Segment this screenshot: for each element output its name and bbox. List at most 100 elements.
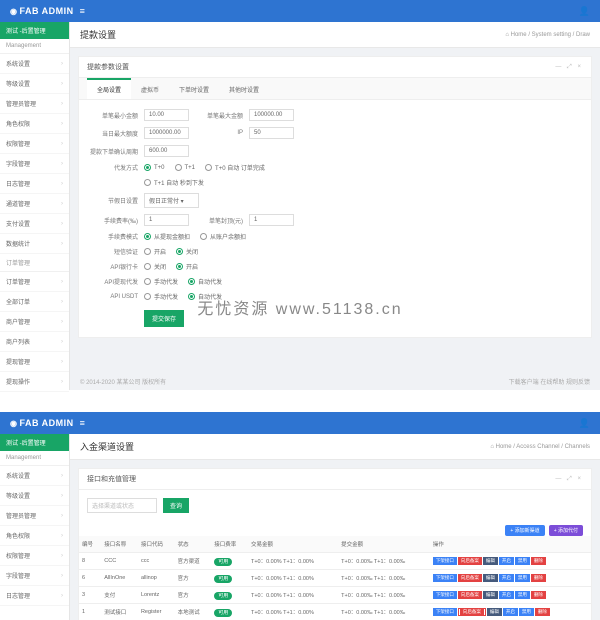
sidebar-item[interactable]: 订单管理› bbox=[0, 272, 69, 292]
sidebar-item[interactable]: 管理员管理› bbox=[0, 506, 69, 526]
tab-crypto[interactable]: 虚拟币 bbox=[131, 78, 169, 99]
breadcrumb: ⌂ Home / Access Channel / Channels bbox=[490, 444, 590, 450]
sidebar-item[interactable]: 提现操作› bbox=[0, 372, 69, 392]
min-amount-input[interactable]: 10.00 bbox=[144, 109, 189, 121]
add-payout-button[interactable]: + 添加代付 bbox=[549, 525, 583, 536]
main-content: 提款设置 ⌂ Home / System setting / Draw 提款参数… bbox=[70, 22, 600, 390]
page-title: 提款设置 bbox=[80, 28, 116, 41]
table-row: 6AllInOneallinop官方可用T+0：0.00% T+1：0.00%T… bbox=[79, 570, 591, 587]
sidebar-item[interactable]: 提现管理› bbox=[0, 352, 69, 372]
fee-input[interactable]: 1 bbox=[144, 214, 189, 226]
search-button[interactable]: 查询 bbox=[163, 498, 189, 513]
settings-panel: 提款参数设置— ⤢ × 全局设置 虚拟币 下单时设置 其他时设置 单笔最小金额1… bbox=[78, 56, 592, 338]
radio-bank-open[interactable]: 开启 bbox=[176, 262, 198, 271]
row-ops[interactable]: 下架接口向后备案编辑开启禁用删除 bbox=[433, 591, 588, 599]
sidebar-item[interactable]: 角色权限› bbox=[0, 526, 69, 546]
radio-api-manual[interactable]: 手动代发 bbox=[144, 277, 178, 286]
sidebar: 测试 -后置管理 Management 系统设置› 等级设置› 管理员管理› 角… bbox=[0, 22, 70, 390]
sidebar-item[interactable]: 通道管理› bbox=[0, 194, 69, 214]
page-title: 入金渠道设置 bbox=[80, 440, 134, 453]
th-ops[interactable]: 操作 bbox=[430, 536, 591, 553]
user-icon[interactable]: 👤 bbox=[579, 418, 590, 429]
label: IP bbox=[204, 130, 249, 136]
menu-toggle-icon[interactable]: ≡ bbox=[80, 418, 85, 428]
radio-usdt-manual[interactable]: 手动代发 bbox=[144, 292, 178, 301]
th-sub[interactable]: 提交金额 bbox=[338, 536, 430, 553]
label: 代发方式 bbox=[89, 163, 144, 172]
row-ops[interactable]: 下架接口向后备案编辑开启禁用删除 bbox=[433, 574, 588, 582]
th-id[interactable]: 编号 bbox=[79, 536, 101, 553]
sidebar-group-label: Management bbox=[0, 451, 69, 466]
tab-global[interactable]: 全局设置 bbox=[87, 78, 131, 99]
sidebar-item[interactable]: 日志管理› bbox=[0, 174, 69, 194]
label: 单笔最大金额 bbox=[204, 111, 249, 120]
radio-t0[interactable]: T+0 bbox=[144, 164, 165, 171]
daily-max-input[interactable]: 1000000.00 bbox=[144, 127, 189, 139]
radio-bank-close[interactable]: 关闭 bbox=[144, 262, 166, 271]
radio-sms-on[interactable]: 开启 bbox=[144, 247, 166, 256]
label: 节假日设置 bbox=[89, 196, 144, 205]
sidebar-item[interactable]: 全部订单› bbox=[0, 292, 69, 312]
menu-toggle-icon[interactable]: ≡ bbox=[80, 6, 85, 16]
th-code[interactable]: 接口代码 bbox=[138, 536, 175, 553]
panel-title: 接口和充值管理 bbox=[87, 474, 136, 484]
status-badge: 可用 bbox=[214, 575, 232, 583]
label: 单笔最小金额 bbox=[89, 111, 144, 120]
tab-bar: 全局设置 虚拟币 下单时设置 其他时设置 bbox=[79, 78, 591, 100]
sidebar-item[interactable]: 系统设置› bbox=[0, 466, 69, 486]
radio-api-auto[interactable]: 自动代发 bbox=[188, 277, 222, 286]
submit-button[interactable]: 提交保存 bbox=[144, 310, 184, 327]
sidebar-item[interactable]: 权限管理› bbox=[0, 134, 69, 154]
tab-other[interactable]: 其他时设置 bbox=[219, 78, 269, 99]
radio-t1b[interactable]: T+1 自动 秒到下发 bbox=[144, 178, 204, 187]
holiday-select[interactable]: 假日正常付 ▾ bbox=[144, 193, 199, 208]
channel-panel: 接口和充值管理 — ⤢ × 选择渠道或状态 查询 + 添加新渠道 + 添加代付 编… bbox=[78, 468, 592, 620]
main-content: 入金渠道设置 ⌂ Home / Access Channel / Channel… bbox=[70, 434, 600, 620]
search-input[interactable]: 选择渠道或状态 bbox=[87, 498, 157, 513]
radio-sms-off[interactable]: 关闭 bbox=[176, 247, 198, 256]
radio-usdt-auto[interactable]: 自动代发 bbox=[188, 292, 222, 301]
sidebar-item[interactable]: 字段管理› bbox=[0, 154, 69, 174]
add-channel-button[interactable]: + 添加新渠道 bbox=[505, 525, 544, 536]
sidebar-item[interactable]: 角色权限› bbox=[0, 114, 69, 134]
radio-auto[interactable]: T+0 自动 订单完成 bbox=[205, 163, 265, 172]
hours-input[interactable]: 600.00 bbox=[144, 145, 189, 157]
sidebar-item[interactable]: 商户管理› bbox=[0, 312, 69, 332]
page-header: 入金渠道设置 ⌂ Home / Access Channel / Channel… bbox=[70, 434, 600, 460]
table-row: 1测试接口Register本地测试可用T+0：0.00% T+1：0.00%T+… bbox=[79, 604, 591, 620]
brand-text: FAB ADMIN bbox=[19, 418, 73, 428]
footer-links[interactable]: 下载客户端 在线帮助 规则反馈 bbox=[509, 377, 590, 386]
chevron-right-icon: › bbox=[61, 61, 63, 67]
radio-fee-inner[interactable]: 从提现金额扣 bbox=[144, 232, 190, 241]
cap-input[interactable]: 1 bbox=[249, 214, 294, 226]
sidebar-item[interactable]: 系统设置› bbox=[0, 54, 69, 74]
label: 手续费率(‰) bbox=[89, 216, 144, 225]
label: 单笔封顶(元) bbox=[204, 216, 249, 225]
ip-input[interactable]: 50 bbox=[249, 127, 294, 139]
th-status[interactable]: 状态 bbox=[175, 536, 212, 553]
th-tx[interactable]: 交易金额 bbox=[248, 536, 338, 553]
sidebar-item[interactable]: 等级设置› bbox=[0, 486, 69, 506]
radio-fee-outer[interactable]: 从账户余额扣 bbox=[200, 232, 246, 241]
sidebar-item[interactable]: 权限管理› bbox=[0, 546, 69, 566]
page-header: 提款设置 ⌂ Home / System setting / Draw bbox=[70, 22, 600, 48]
user-icon[interactable]: 👤 bbox=[579, 6, 590, 17]
sidebar-item[interactable]: 字段管理› bbox=[0, 566, 69, 586]
sidebar-item[interactable]: 日志管理› bbox=[0, 586, 69, 606]
th-rate[interactable]: 接口费率 bbox=[211, 536, 248, 553]
sidebar-item[interactable]: 支付设置› bbox=[0, 214, 69, 234]
max-amount-input[interactable]: 100000.00 bbox=[249, 109, 294, 121]
sidebar-item[interactable]: 商户列表› bbox=[0, 332, 69, 352]
status-badge: 可用 bbox=[214, 609, 232, 617]
sidebar-item[interactable]: 数据统计› bbox=[0, 234, 69, 254]
sidebar-item[interactable]: 等级设置› bbox=[0, 74, 69, 94]
radio-t1[interactable]: T+1 bbox=[175, 164, 196, 171]
row-ops[interactable]: 下架接口向后备案编辑开启禁用删除 bbox=[433, 557, 588, 565]
table-row: 3支付Lorentz官方可用T+0：0.00% T+1：0.00%T+0：0.0… bbox=[79, 587, 591, 604]
sidebar-item[interactable]: 管理员管理› bbox=[0, 94, 69, 114]
th-name[interactable]: 接口名称 bbox=[101, 536, 138, 553]
panel-tools[interactable]: — ⤢ × bbox=[555, 64, 583, 71]
tab-order[interactable]: 下单时设置 bbox=[169, 78, 219, 99]
row-ops[interactable]: 下架接口向后备案编辑开启禁用删除 bbox=[433, 608, 588, 616]
panel-tools[interactable]: — ⤢ × bbox=[555, 476, 583, 483]
